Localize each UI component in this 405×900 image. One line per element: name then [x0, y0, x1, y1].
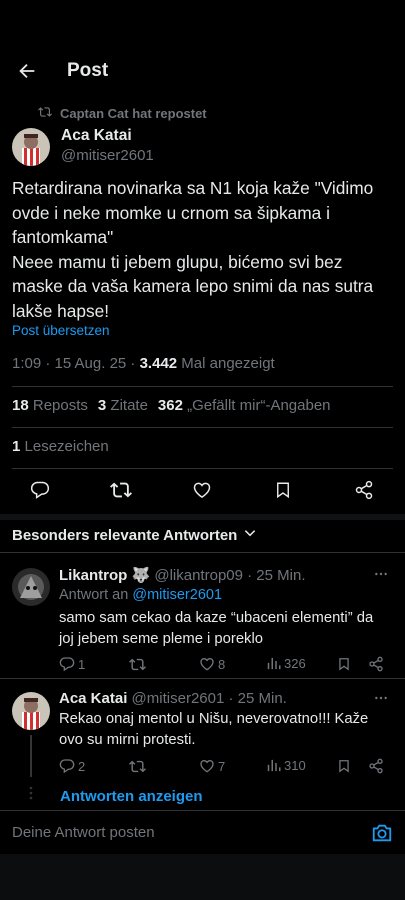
reply-item[interactable]: Likantrop 🐺 @likantrop09 · 25 Min. Antwo… — [0, 566, 405, 676]
divider — [0, 552, 405, 553]
reply-to-line: Antwort an @mitiser2601 — [59, 587, 223, 603]
reply-text: samo sam cekao da kaze “ubaceni elementi… — [59, 610, 374, 647]
repost-indicator[interactable]: Captan Cat hat repostet — [38, 105, 207, 122]
divider — [12, 427, 393, 428]
likes-stat[interactable]: 362 „Gefällt mir“-Angaben — [158, 397, 331, 414]
divider — [0, 678, 405, 679]
reply-actions: 2 7 310 — [59, 758, 389, 778]
divider — [12, 386, 393, 387]
heart-icon[interactable] — [190, 478, 214, 502]
reply-to-handle[interactable]: @mitiser2601 — [132, 587, 222, 603]
repost-icon[interactable] — [109, 478, 133, 502]
views-count: 3.442 — [139, 355, 178, 372]
post-stats: 18 Reposts 3 Zitate 362 „Gefällt mir“-An… — [12, 397, 331, 414]
bookmark-icon[interactable] — [271, 478, 295, 502]
views-button[interactable]: 310 — [266, 758, 306, 773]
post-actions — [0, 478, 405, 502]
bottom-bar — [0, 854, 405, 900]
reply-input[interactable]: Deine Antwort posten — [12, 824, 155, 841]
reply-composer[interactable]: Deine Antwort posten — [0, 810, 405, 854]
reply-item[interactable]: Aca Katai @mitiser2601 · 25 Min. Rekao o… — [0, 690, 405, 786]
more-options-icon[interactable] — [373, 690, 389, 709]
reply-text: Rekao onaj mentol u Nišu, neverovatno!!!… — [59, 711, 369, 748]
author-handle[interactable]: @mitiser2601 — [61, 147, 154, 164]
repost-icon — [38, 105, 52, 122]
reply-icon[interactable] — [28, 478, 52, 502]
reposts-stat[interactable]: 18 Reposts — [12, 397, 88, 414]
relevance-label: Besonders relevante Antworten — [12, 526, 238, 544]
top-bar: Post — [0, 48, 405, 94]
views-button[interactable]: 326 — [266, 656, 306, 671]
share-icon[interactable] — [352, 478, 376, 502]
reply-author[interactable]: Likantrop 🐺 @likantrop09 · 25 Min. — [59, 566, 306, 584]
section-separator — [0, 514, 405, 520]
divider — [12, 468, 393, 469]
share-icon[interactable] — [368, 656, 384, 672]
post-time[interactable]: 1:09 · 15 Aug. 25 · — [12, 355, 140, 372]
repost-text: Captan Cat hat repostet — [60, 106, 207, 121]
post-meta: 1:09 · 15 Aug. 25 · 3.442 Mal angezeigt — [12, 355, 275, 372]
bookmarks-stat[interactable]: 1 Lesezeichen — [12, 438, 109, 455]
repost-button[interactable] — [129, 758, 149, 775]
arrow-left-icon[interactable] — [15, 59, 39, 83]
reply-author-handle[interactable]: @mitiser2601 · 25 Min. — [132, 690, 287, 707]
translate-link[interactable]: Post übersetzen — [12, 323, 110, 338]
camera-icon[interactable] — [371, 822, 393, 849]
reply-button[interactable]: 2 — [59, 758, 85, 774]
reply-button[interactable]: 1 — [59, 656, 85, 672]
page-title: Post — [67, 60, 109, 81]
reply-author-name[interactable]: Likantrop 🐺 — [59, 567, 150, 584]
reply-author-handle[interactable]: @likantrop09 · 25 Min. — [154, 567, 305, 584]
post-author[interactable]: Aca Katai @mitiser2601 — [61, 127, 154, 164]
author-name[interactable]: Aca Katai — [61, 127, 154, 145]
reply-author-name[interactable]: Aca Katai — [59, 690, 127, 707]
repost-button[interactable] — [129, 656, 149, 673]
relevance-filter[interactable]: Besonders relevante Antworten — [12, 526, 257, 544]
bookmark-icon[interactable] — [337, 656, 351, 672]
thread-dots — [29, 786, 33, 800]
thread-line — [30, 735, 32, 777]
show-replies-link[interactable]: Antworten anzeigen — [60, 788, 203, 805]
quotes-stat[interactable]: 3 Zitate — [98, 397, 148, 414]
like-button[interactable]: 8 — [199, 656, 225, 672]
post-text: Retardirana novinarka sa N1 koja kaže "V… — [12, 178, 374, 321]
like-button[interactable]: 7 — [199, 758, 225, 774]
reply-actions: 1 8 326 — [59, 656, 389, 676]
bookmark-icon[interactable] — [337, 758, 351, 774]
reply-author[interactable]: Aca Katai @mitiser2601 · 25 Min. — [59, 690, 287, 707]
more-options-icon[interactable] — [373, 566, 389, 585]
chevron-down-icon — [243, 526, 257, 544]
avatar[interactable] — [12, 128, 50, 166]
share-icon[interactable] — [368, 758, 384, 774]
avatar[interactable] — [12, 692, 50, 730]
views-label: Mal angezeigt — [177, 355, 275, 372]
avatar[interactable] — [12, 568, 50, 606]
